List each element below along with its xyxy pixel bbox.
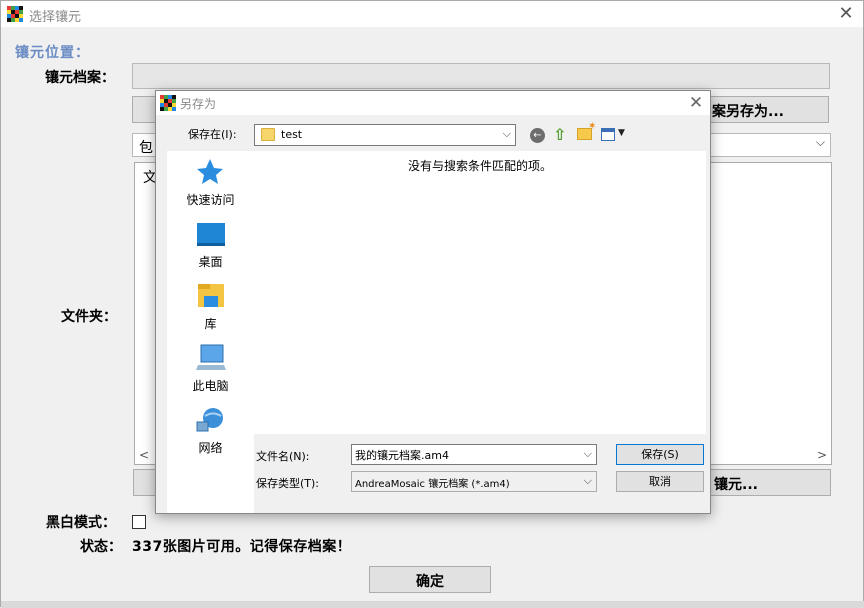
place-quick-access[interactable]: 快速访问 — [167, 155, 254, 213]
ok-button-label: 确定 — [416, 574, 444, 590]
desktop-icon — [197, 223, 225, 246]
save-in-label: 保存在(I): — [188, 128, 237, 141]
close-icon[interactable]: ✕ — [833, 3, 859, 25]
place-desktop[interactable]: 桌面 — [167, 217, 254, 275]
place-label: 网络 — [198, 441, 223, 455]
scroll-left-icon[interactable]: < — [139, 448, 149, 462]
chevron-down-icon: ⌵ — [815, 135, 825, 149]
scroll-right-icon[interactable]: > — [817, 448, 827, 462]
up-folder-icon[interactable]: ⇧ — [553, 125, 566, 144]
back-icon[interactable]: ← — [530, 128, 545, 143]
dialog-titlebar: 另存为 ✕ — [156, 91, 710, 115]
include-dropdown-value: 包 — [139, 140, 153, 156]
new-folder-spark-icon: ✶ — [588, 121, 597, 132]
dialog-title: 另存为 — [180, 97, 217, 111]
place-label: 桌面 — [198, 255, 223, 269]
network-icon — [196, 408, 223, 432]
bw-mode-label: 黑白模式： — [46, 515, 116, 531]
save-as-button-label: 案另存为... — [712, 104, 784, 120]
empty-message: 没有与搜索条件匹配的项。 — [407, 159, 552, 173]
place-label: 库 — [204, 317, 217, 331]
main-titlebar: 选择镶元 ✕ — [1, 1, 863, 27]
folder-label: 文件夹： — [61, 309, 117, 325]
filetype-dropdown[interactable]: AndreaMosaic 镶元档案 (*.am4) ⌵ — [351, 471, 597, 492]
file-list[interactable]: 没有与搜索条件匹配的项。 — [254, 151, 706, 434]
folder-icon — [261, 128, 275, 141]
this-pc-icon — [196, 344, 226, 370]
mosaic-file-label: 镶元档案： — [45, 70, 115, 86]
status-label: 状态： — [80, 539, 122, 555]
place-network[interactable]: 网络 — [167, 403, 254, 461]
filename-input[interactable]: 我的镶元档案.am4 ⌵ — [351, 444, 597, 465]
quick-access-star-icon — [197, 159, 223, 184]
chevron-down-icon: ⌵ — [583, 474, 592, 487]
app-logo-icon — [160, 95, 176, 111]
mosaic-file-field[interactable] — [132, 63, 830, 89]
save-in-value: test — [281, 128, 303, 141]
save-in-dropdown[interactable]: test ⌵ — [254, 124, 516, 146]
view-menu-icon[interactable] — [601, 128, 615, 141]
filename-value: 我的镶元档案.am4 — [355, 449, 449, 462]
place-label: 快速访问 — [186, 193, 235, 207]
section-title: 镶元位置： — [15, 45, 90, 61]
ok-button[interactable]: 确定 — [369, 566, 491, 593]
chevron-down-icon[interactable]: ⌵ — [584, 447, 592, 461]
status-text: 337张图片可用。记得保存档案！ — [132, 539, 352, 555]
window-title: 选择镶元 — [29, 10, 82, 25]
add-mosaic-button-label: 镶元... — [714, 477, 758, 493]
places-bar: 快速访问 桌面 库 此电脑 网络 — [167, 151, 254, 513]
chevron-down-icon: ⌵ — [502, 127, 511, 140]
view-menu-arrow-icon[interactable]: ▼ — [618, 128, 625, 138]
close-icon[interactable]: ✕ — [684, 92, 708, 114]
place-label: 此电脑 — [192, 379, 229, 393]
bw-mode-checkbox[interactable] — [132, 515, 146, 529]
place-libraries[interactable]: 库 — [167, 279, 254, 337]
filename-label: 文件名(N): — [256, 450, 310, 463]
filetype-label: 保存类型(T): — [256, 477, 320, 490]
cancel-button[interactable]: 取消 — [616, 471, 704, 492]
app-logo-icon — [7, 6, 23, 22]
save-as-dialog: 另存为 ✕ 保存在(I): test ⌵ ← ⇧ ✶ ▼ 快速访问 桌面 库 此… — [155, 90, 711, 514]
place-this-pc[interactable]: 此电脑 — [167, 341, 254, 399]
save-button[interactable]: 保存(S) — [616, 444, 704, 465]
libraries-icon — [198, 284, 224, 307]
filetype-value: AndreaMosaic 镶元档案 (*.am4) — [355, 479, 510, 490]
